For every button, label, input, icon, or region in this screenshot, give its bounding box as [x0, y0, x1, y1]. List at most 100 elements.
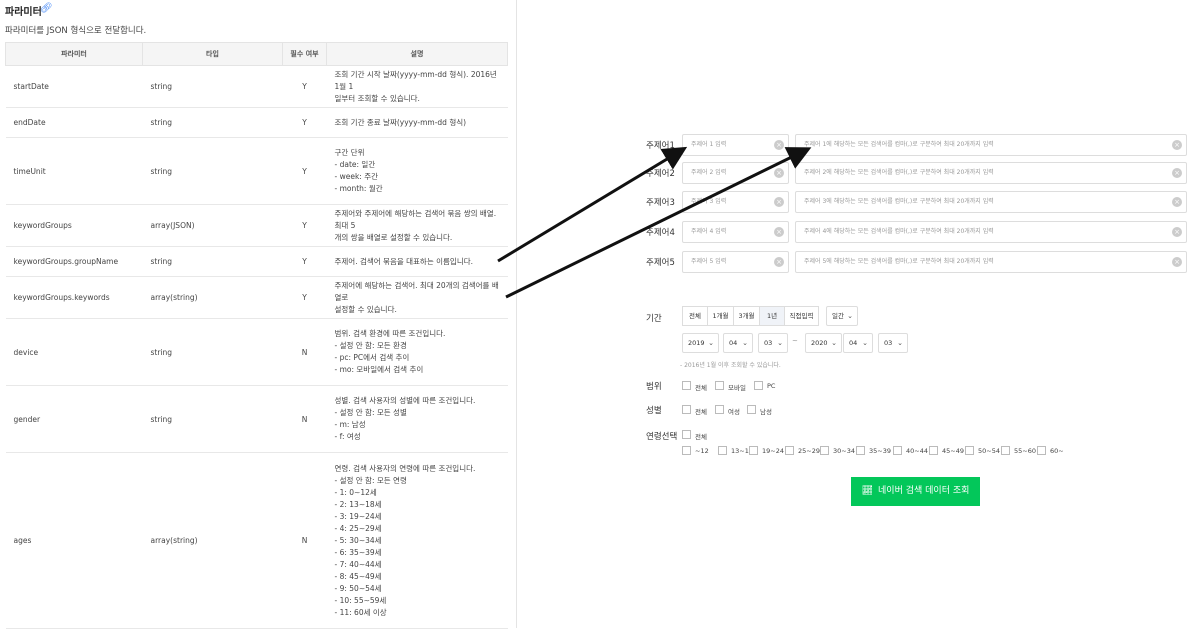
clear-icon[interactable]: × — [774, 140, 784, 150]
header-required: 필수 여부 — [282, 42, 327, 66]
clear-icon[interactable]: × — [1172, 197, 1182, 207]
table-row: keywordGroups.keywords array(string) Y 주제어에… — [5, 276, 508, 319]
keywords-input-5[interactable]: 주제어 5에 해당하는 모든 검색어를 컴마(,)로 구분하여 최대 20개까지… — [795, 251, 1187, 273]
keywords-input-1[interactable]: 주제어 1에 해당하는 모든 검색어를 컴마(,)로 구분하여 최대 20개까지… — [795, 134, 1187, 156]
table-row: startDate string Y 조회 기간 시작 날짜(yyyy-mm-dd 형… — [5, 65, 508, 108]
keywords-input-3[interactable]: 주제어 3에 해당하는 모든 검색어를 컴마(,)로 구분하여 최대 20개까지… — [795, 191, 1187, 213]
end-day-select[interactable]: 03 ⌄ — [878, 333, 908, 353]
keywords-placeholder: 주제어 2에 해당하는 모든 검색어를 컴마(,)로 구분하여 최대 20개까지… — [804, 169, 994, 176]
param-type: array(string) — [142, 276, 283, 319]
param-type: string — [142, 137, 283, 205]
param-description: 조회 기간 종료 날짜(yyyy-mm-dd 형식) — [326, 107, 508, 138]
topic-input-3[interactable]: 주제어 3 입력 × — [682, 191, 789, 213]
period-button[interactable]: 1개월 — [707, 306, 734, 326]
age-checkbox[interactable] — [820, 446, 829, 455]
description-line: - 9: 50∼54세 — [334, 583, 382, 593]
start-month-value: 04 — [729, 339, 738, 347]
age-option-label: 60~ — [1050, 447, 1064, 455]
clear-icon[interactable]: × — [1172, 227, 1182, 237]
section-description: 파라미터를 JSON 형식으로 전달합니다. — [5, 26, 147, 36]
period-button[interactable]: 전체 — [682, 306, 708, 326]
topic-placeholder: 주제어 1 입력 — [691, 141, 727, 148]
keywords-input-4[interactable]: 주제어 4에 해당하는 모든 검색어를 컴마(,)로 구분하여 최대 20개까지… — [795, 221, 1187, 243]
clear-icon[interactable]: × — [1172, 168, 1182, 178]
chevron-down-icon: ⌄ — [777, 339, 783, 347]
chevron-down-icon: ⌄ — [862, 339, 868, 347]
time-unit-select[interactable]: 일간 ⌄ — [826, 306, 858, 326]
age-checkbox[interactable] — [749, 446, 758, 455]
clear-icon[interactable]: × — [1172, 257, 1182, 267]
topic-input-4[interactable]: 주제어 4 입력 × — [682, 221, 789, 243]
period-button[interactable]: 직접입력 — [784, 306, 819, 326]
checkbox[interactable] — [715, 381, 724, 390]
checkbox[interactable] — [754, 381, 763, 390]
age-checkbox[interactable] — [1037, 446, 1046, 455]
start-day-select[interactable]: 03 ⌄ — [758, 333, 788, 353]
checkbox[interactable] — [715, 405, 724, 414]
age-checkbox[interactable] — [718, 446, 727, 455]
description-line: - 4: 25∼29세 — [334, 523, 382, 533]
table-row: ages array(string) N 연령. 검색 사용자의 연령에 따른 조건입… — [5, 452, 508, 629]
description-line: - week: 주간 — [334, 172, 379, 181]
topic-placeholder: 주제어 5 입력 — [691, 258, 727, 265]
end-year-select[interactable]: 2020 ⌄ — [805, 333, 842, 353]
description-line: - 설정 안 함: 모든 연령 — [334, 475, 407, 485]
clear-icon[interactable]: × — [774, 227, 784, 237]
age-checkbox[interactable] — [785, 446, 794, 455]
age-checkbox[interactable] — [929, 446, 938, 455]
description-line: 조회 기간 종료 날짜(yyyy-mm-dd 형식) — [334, 117, 467, 127]
age-option-label: 50~54 — [978, 447, 1000, 455]
keywords-placeholder: 주제어 1에 해당하는 모든 검색어를 컴마(,)로 구분하여 최대 20개까지… — [804, 141, 994, 148]
topic-input-2[interactable]: 주제어 2 입력 × — [682, 162, 789, 184]
param-description: 조회 기간 시작 날짜(yyyy-mm-dd 형식). 2016년 1월 1 일부… — [326, 65, 508, 108]
end-month-select[interactable]: 04 ⌄ — [843, 333, 873, 353]
age-all-checkbox[interactable] — [682, 430, 691, 439]
description-line: - date: 일간 — [334, 160, 376, 169]
param-required: Y — [282, 276, 327, 319]
description-line: 성별. 검색 사용자의 성별에 따른 조건입니다. — [334, 396, 476, 405]
checkbox[interactable] — [682, 381, 691, 390]
topic-label-1: 주제어1 — [646, 141, 675, 151]
description-line: 구간 단위 — [334, 148, 365, 157]
description-line: 설정할 수 있습니다. — [334, 304, 397, 314]
search-submit-button[interactable]: 📈︎ 네이버 검색 데이터 조회 — [851, 477, 980, 506]
age-checkbox[interactable] — [856, 446, 865, 455]
param-description: 주제어에 해당하는 검색어. 최대 20개의 검색어를 배열로 설정할 수 있습니… — [326, 276, 508, 319]
topic-input-5[interactable]: 주제어 5 입력 × — [682, 251, 789, 273]
gender-label: 성별 — [646, 406, 662, 416]
start-month-select[interactable]: 04 ⌄ — [723, 333, 753, 353]
age-option-label: 35~39 — [869, 447, 891, 455]
end-month-value: 04 — [849, 339, 858, 347]
period-button[interactable]: 3개월 — [733, 306, 760, 326]
description-line: - 11: 60세 이상 — [334, 607, 387, 617]
age-option-label: 40~44 — [906, 447, 928, 455]
description-line: - 5: 30∼34세 — [334, 535, 382, 545]
clear-icon[interactable]: × — [1172, 140, 1182, 150]
topic-label-5: 주제어5 — [646, 258, 675, 268]
param-name: keywordGroups.groupName — [5, 246, 143, 277]
keywords-input-2[interactable]: 주제어 2에 해당하는 모든 검색어를 컴마(,)로 구분하여 최대 20개까지… — [795, 162, 1187, 184]
age-label: 연령선택 — [646, 432, 678, 442]
param-required: Y — [282, 107, 327, 138]
checkbox[interactable] — [682, 405, 691, 414]
clear-icon[interactable]: × — [774, 197, 784, 207]
clear-icon[interactable]: × — [774, 168, 784, 178]
checkbox-label: 전체 — [695, 408, 707, 416]
start-year-select[interactable]: 2019 ⌄ — [682, 333, 719, 353]
param-required: N — [282, 452, 327, 629]
param-type: array(string) — [142, 452, 283, 629]
age-checkbox[interactable] — [682, 446, 691, 455]
age-checkbox[interactable] — [965, 446, 974, 455]
topic-input-1[interactable]: 주제어 1 입력 × — [682, 134, 789, 156]
description-line: 조회 기간 시작 날짜(yyyy-mm-dd 형식). 2016년 1월 1 — [334, 69, 497, 91]
age-checkbox[interactable] — [1001, 446, 1010, 455]
param-required: Y — [282, 65, 327, 108]
param-name: timeUnit — [5, 137, 143, 205]
age-checkbox[interactable] — [893, 446, 902, 455]
checkbox[interactable] — [747, 405, 756, 414]
period-button[interactable]: 1년 — [759, 306, 785, 326]
link-icon[interactable]: 🔗︎ — [40, 3, 53, 14]
clear-icon[interactable]: × — [774, 257, 784, 267]
end-year-value: 2020 — [811, 339, 828, 347]
checkbox-label: 전체 — [695, 384, 707, 392]
